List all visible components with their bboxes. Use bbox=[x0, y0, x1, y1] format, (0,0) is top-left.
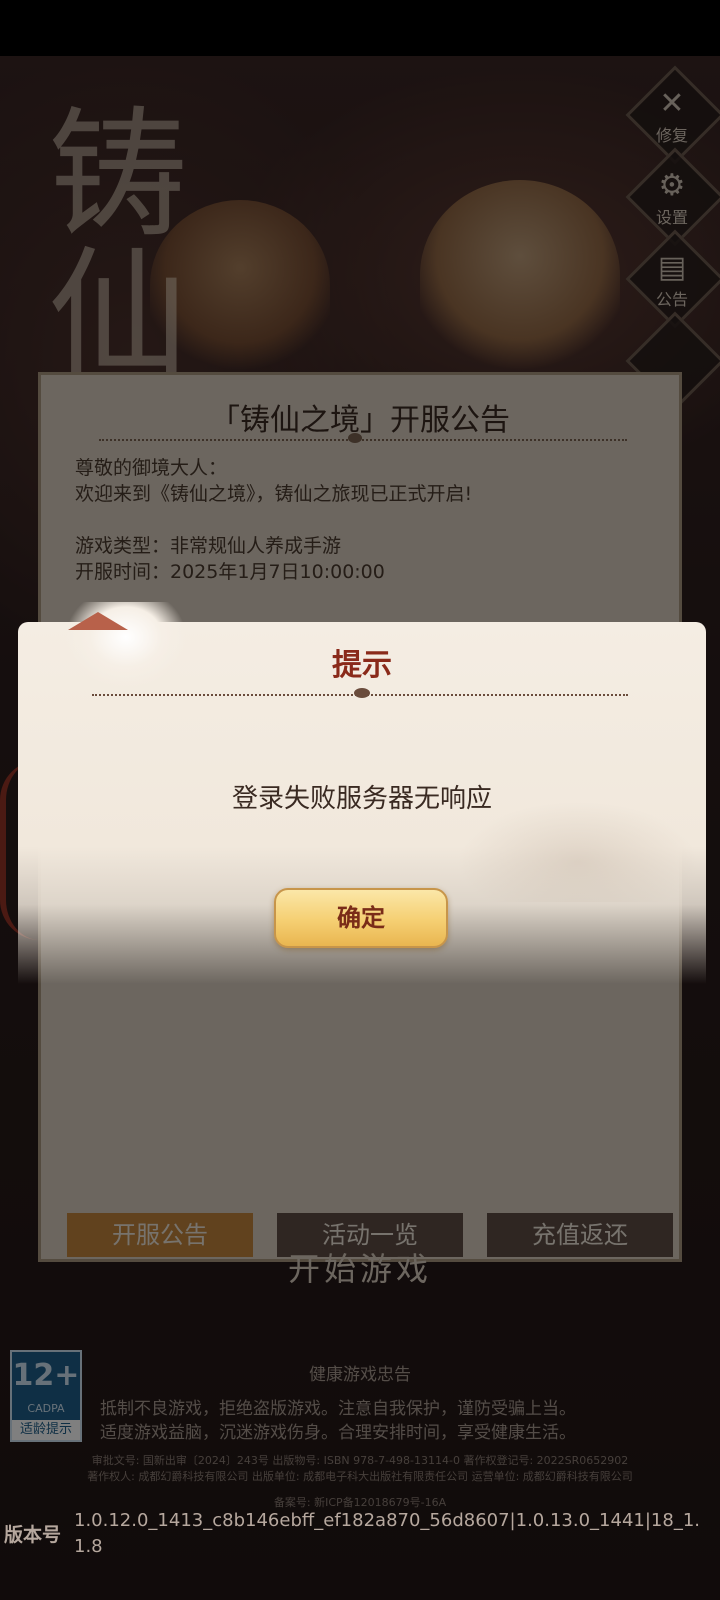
dialog-message: 登录失败服务器无响应 bbox=[231, 784, 492, 814]
alert-dialog: 提示 登录失败服务器无响应 确定 bbox=[18, 602, 706, 984]
status-bar bbox=[0, 0, 720, 56]
confirm-button[interactable]: 确定 bbox=[274, 888, 448, 948]
pavilion-roof-decoration bbox=[68, 612, 128, 630]
dialog-divider-ornament bbox=[354, 688, 370, 698]
version-label: 版本号 bbox=[4, 1524, 62, 1546]
version-value: 1.0.12.0_1413_c8b146ebff_ef182a870_56d86… bbox=[74, 1510, 701, 1557]
dialog-title: 提示 bbox=[332, 648, 392, 683]
